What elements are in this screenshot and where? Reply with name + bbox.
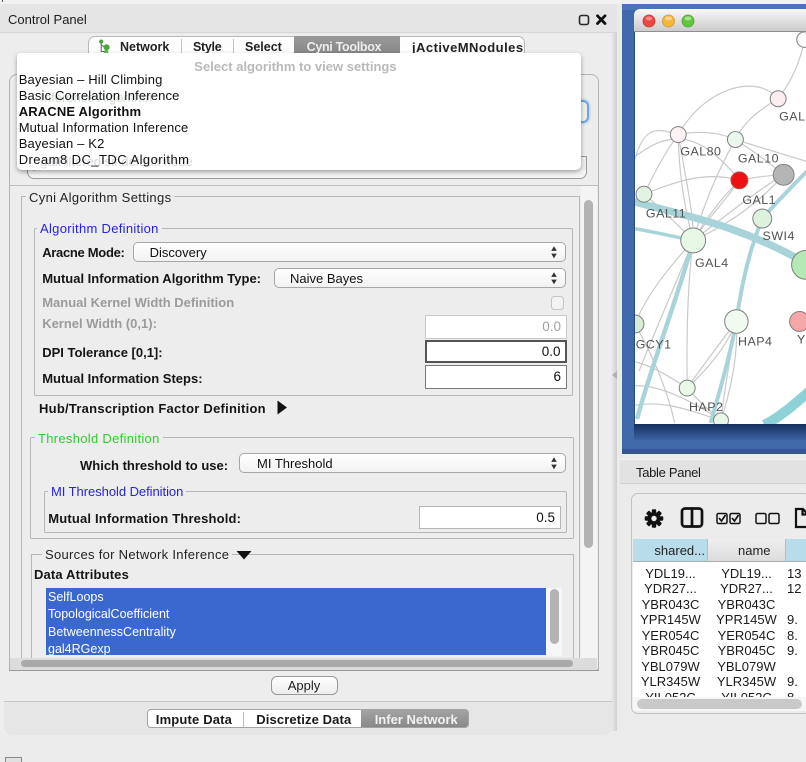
svg-text:GCY1: GCY1 xyxy=(636,337,672,351)
svg-text:GAL7: GAL7 xyxy=(779,110,806,124)
svg-text:GAL1: GAL1 xyxy=(742,193,776,207)
svg-text:GAL11: GAL11 xyxy=(646,207,686,221)
svg-text:HAP2: HAP2 xyxy=(689,400,723,414)
svg-text:SWI4: SWI4 xyxy=(763,229,795,243)
svg-text:GAL4: GAL4 xyxy=(695,256,729,270)
svg-text:YE: YE xyxy=(797,332,806,346)
svg-text:GAL80: GAL80 xyxy=(680,144,721,158)
svg-text:GAL10: GAL10 xyxy=(738,151,779,165)
svg-text:HAP4: HAP4 xyxy=(738,334,772,348)
